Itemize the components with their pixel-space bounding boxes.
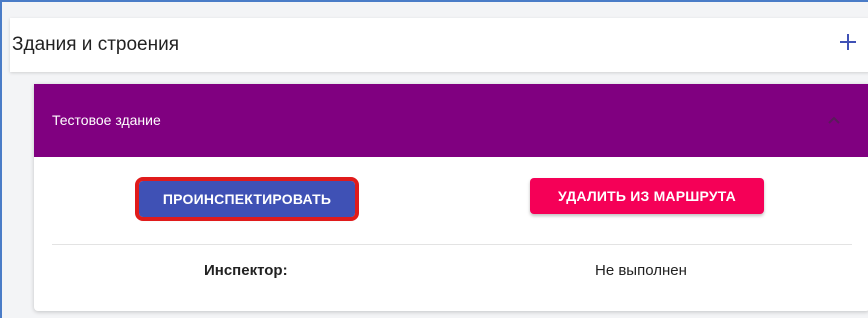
plus-icon-glyph — [840, 34, 856, 50]
buildings-panel-header: Здания и строения — [10, 18, 868, 72]
remove-from-route-button[interactable]: УДАЛИТЬ ИЗ МАРШРУТА — [530, 178, 764, 214]
inspector-status: Не выполнен — [595, 262, 687, 279]
panel-title: Здания и строения — [12, 34, 179, 55]
inspect-button[interactable]: ПРОИНСПЕКТИРОВАТЬ — [135, 177, 359, 221]
chevron-up-icon[interactable] — [826, 112, 842, 128]
building-card-header[interactable]: Тестовое здание — [34, 84, 868, 157]
inspector-label: Инспектор: — [204, 262, 288, 279]
building-card: Тестовое здание ПРОИНСПЕКТИРОВАТЬ УДАЛИТ… — [34, 84, 868, 311]
app-frame: Здания и строения Тестовое здание ПРОИНС… — [0, 0, 868, 318]
building-title: Тестовое здание — [52, 112, 161, 128]
plus-icon[interactable] — [834, 28, 862, 56]
divider — [52, 244, 852, 245]
